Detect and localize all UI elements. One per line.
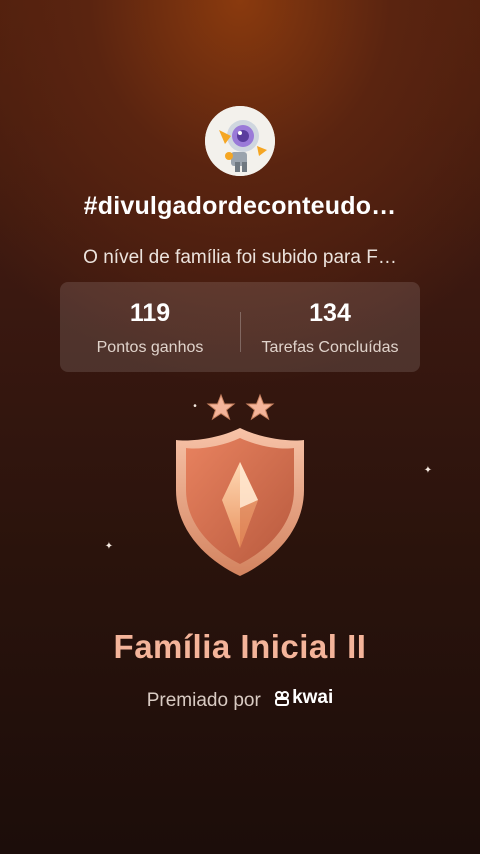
level-up-message: O nível de família foi subido para F… — [83, 247, 397, 268]
stat-points-label: Pontos ganhos — [96, 339, 204, 356]
awarded-by: Premiado por kwai — [0, 687, 480, 712]
stat-points: 119 Pontos ganhos — [60, 282, 240, 372]
shield-badge-icon — [176, 393, 304, 576]
kwai-logo-icon — [275, 691, 290, 706]
kwai-brand-name: kwai — [292, 687, 334, 708]
stat-tasks-label: Tarefas Concluídas — [261, 339, 399, 356]
stat-tasks: 134 Tarefas Concluídas — [240, 282, 420, 372]
stat-points-value: 119 — [129, 299, 171, 327]
awarded-by-prefix: Premiado por — [146, 690, 261, 711]
badge-star-icon — [245, 393, 275, 421]
badge-star-icon — [206, 393, 236, 421]
stats-card: 119 Pontos ganhos 134 Tarefas Concluídas — [60, 282, 420, 372]
level-title: Família Inicial II — [113, 628, 367, 665]
robot-avatar-icon — [205, 106, 275, 176]
kwai-brand: kwai — [274, 687, 333, 709]
sparkle-icon: ✦ — [423, 465, 433, 476]
sparkle-icon: ✦ — [104, 541, 114, 552]
stat-tasks-value: 134 — [309, 299, 351, 327]
username: #divulgadordeconteudo… — [83, 192, 397, 220]
user-avatar[interactable] — [205, 106, 275, 176]
